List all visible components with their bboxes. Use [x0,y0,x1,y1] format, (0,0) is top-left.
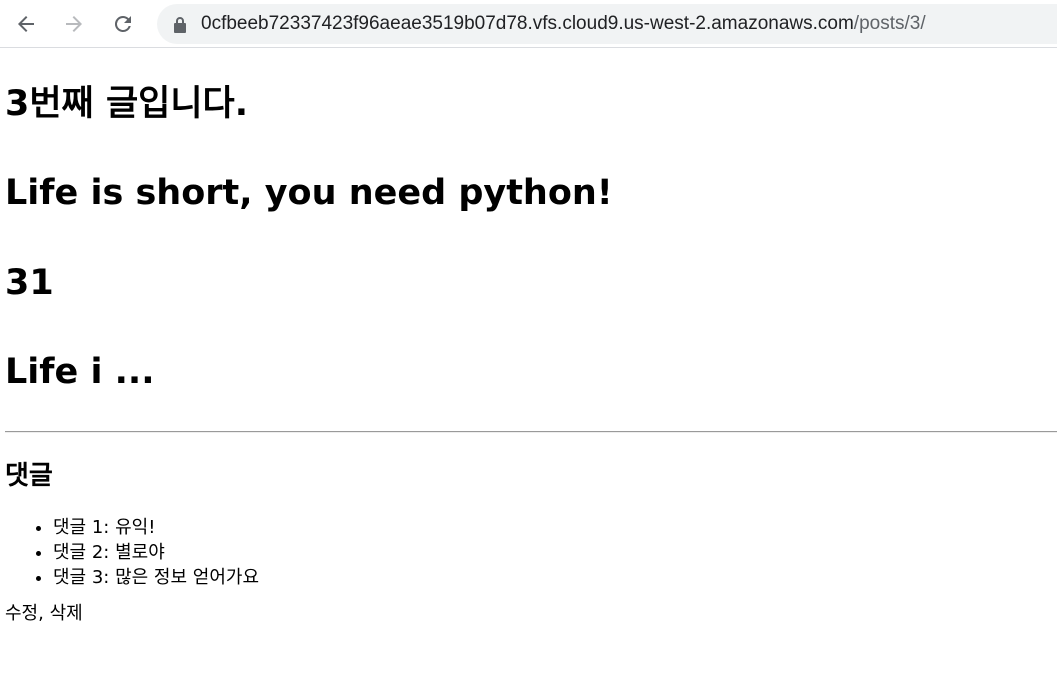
page-content: 3번째 글입니다. Life is short, you need python… [0,48,1057,626]
comment-item: 댓글 1: 유익! [53,515,1052,540]
url-path: /posts/3/ [853,13,926,34]
url-host: 0cfbeeb72337423f96aeae3519b07d78.vfs.clo… [201,13,854,34]
arrow-right-icon [62,12,86,36]
address-bar[interactable]: 0cfbeeb72337423f96aeae3519b07d78.vfs.clo… [157,4,1057,44]
reload-button[interactable] [108,9,138,39]
browser-toolbar: 0cfbeeb72337423f96aeae3519b07d78.vfs.clo… [0,0,1057,48]
divider [5,431,1057,433]
post-number: 31 [5,263,54,303]
post-excerpt: Life i ... [5,352,155,392]
lock-icon[interactable] [173,16,187,33]
reload-icon [111,12,135,36]
back-button[interactable] [11,9,41,39]
forward-button[interactable] [59,9,89,39]
comment-item: 댓글 3: 많은 정보 얻어가요 [53,565,1052,590]
post-content: Life is short, you need python! [5,173,613,213]
actions-separator: , [38,603,50,624]
comment-list: 댓글 1: 유익! 댓글 2: 별로야 댓글 3: 많은 정보 얻어가요 [5,515,1052,590]
arrow-left-icon [14,12,38,36]
edit-link[interactable]: 수정 [5,603,38,624]
post-title: 3번째 글입니다. [5,84,249,124]
comment-item: 댓글 2: 별로야 [53,540,1052,565]
url-text[interactable]: 0cfbeeb72337423f96aeae3519b07d78.vfs.clo… [201,13,926,35]
comments-heading: 댓글 [5,461,53,491]
delete-link[interactable]: 삭제 [50,603,83,624]
post-actions: 수정, 삭제 [5,601,1052,626]
